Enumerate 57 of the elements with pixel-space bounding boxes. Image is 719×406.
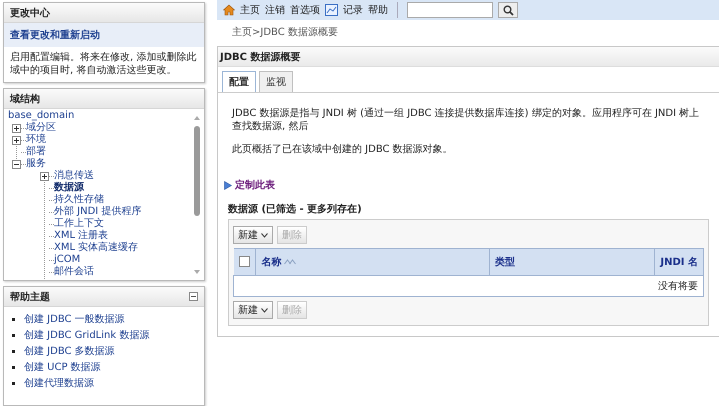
search-button[interactable] <box>498 2 518 18</box>
breadcrumb-current: >JDBC 数据源概要 <box>252 27 338 38</box>
collapse-icon[interactable] <box>189 292 198 301</box>
panel-title: 帮助主题 <box>10 290 50 304</box>
caret-icon <box>261 308 268 312</box>
tree-item[interactable]: XML 注册表 <box>54 230 108 242</box>
tree-item[interactable]: base_domain <box>8 110 74 122</box>
search-icon <box>502 4 514 16</box>
chart-icon[interactable] <box>325 4 338 16</box>
toolbar-link[interactable]: 注销 <box>265 3 285 17</box>
customize-table-link[interactable]: 定制此表 <box>235 178 275 192</box>
tree-item[interactable]: 消息传送 <box>54 170 94 182</box>
tab[interactable]: 配置 <box>222 71 256 92</box>
toolbar-link[interactable]: 记录 <box>343 3 363 17</box>
panel-title: 更改中心 <box>4 3 204 23</box>
expand-triangle-icon[interactable] <box>224 180 232 190</box>
home-icon[interactable] <box>223 4 235 16</box>
column-header[interactable]: 名称 <box>256 248 490 276</box>
select-all-checkbox[interactable] <box>238 256 250 268</box>
table-title: 数据源 (已筛选 - 更多列存在) <box>228 202 363 216</box>
breadcrumb-link[interactable]: 主页 <box>232 27 252 38</box>
tree-item[interactable]: XML 实体高速缓存 <box>54 242 138 254</box>
help-link[interactable]: 创建代理数据源 <box>24 376 94 390</box>
expand-toggle[interactable] <box>12 124 21 132</box>
description-text: JDBC 数据源是指与 JNDI 树 (通过一组 JDBC 连接提供数据库连接) 绑定的对象。应用程序可在 JNDI 树上查找数据源, 然后 <box>232 107 700 133</box>
new-dropdown-button[interactable]: 新建 <box>233 226 273 244</box>
column-header[interactable]: 类型 <box>489 248 655 276</box>
tree-item[interactable]: 服务 <box>26 158 46 170</box>
change-center-message: 启用配置编辑。将来在修改, 添加或删除此域中的项目时, 将自动激活这些更改。 <box>9 50 198 78</box>
help-link[interactable]: 创建 UCP 数据源 <box>24 360 101 374</box>
tree-item[interactable]: 邮件会话 <box>54 266 94 278</box>
description-text: 此页概括了已在该域中创建的 JDBC 数据源对象。 <box>232 143 454 156</box>
panel-title: 域结构 <box>4 89 204 109</box>
help-link[interactable]: 创建 JDBC 多数据源 <box>24 344 115 358</box>
tree-item[interactable]: 环境 <box>26 134 46 146</box>
expand-toggle[interactable] <box>12 136 21 144</box>
new-dropdown-button[interactable]: 新建 <box>233 301 273 319</box>
tree-item[interactable]: jCOM <box>54 254 80 266</box>
column-header[interactable]: JNDI 名 <box>654 248 704 276</box>
search-field[interactable] <box>407 2 493 18</box>
toolbar-link[interactable]: 主页 <box>240 3 260 17</box>
empty-table-message: 没有将要 <box>658 281 698 292</box>
help-link[interactable]: 创建 JDBC 一般数据源 <box>24 312 125 326</box>
collapse-toggle[interactable] <box>12 160 21 168</box>
tab[interactable]: 监视 <box>259 71 293 92</box>
help-link[interactable]: 创建 JDBC GridLink 数据源 <box>24 328 150 342</box>
toolbar-link[interactable]: 首选项 <box>290 3 320 17</box>
tree-item[interactable]: 外部 JNDI 提供程序 <box>54 206 142 218</box>
tree-item[interactable]: 工作上下文 <box>54 218 104 230</box>
page-title: JDBC 数据源概要 <box>218 47 719 67</box>
toolbar-link[interactable]: 帮助 <box>368 3 388 17</box>
tree-item[interactable]: 数据源 <box>54 182 84 194</box>
caret-icon <box>261 232 268 238</box>
expand-toggle[interactable] <box>40 172 49 180</box>
tree-item[interactable]: 域分区 <box>26 122 56 134</box>
tree-item[interactable]: 持久性存储 <box>54 194 104 206</box>
tree-item[interactable]: 部署 <box>26 146 46 158</box>
